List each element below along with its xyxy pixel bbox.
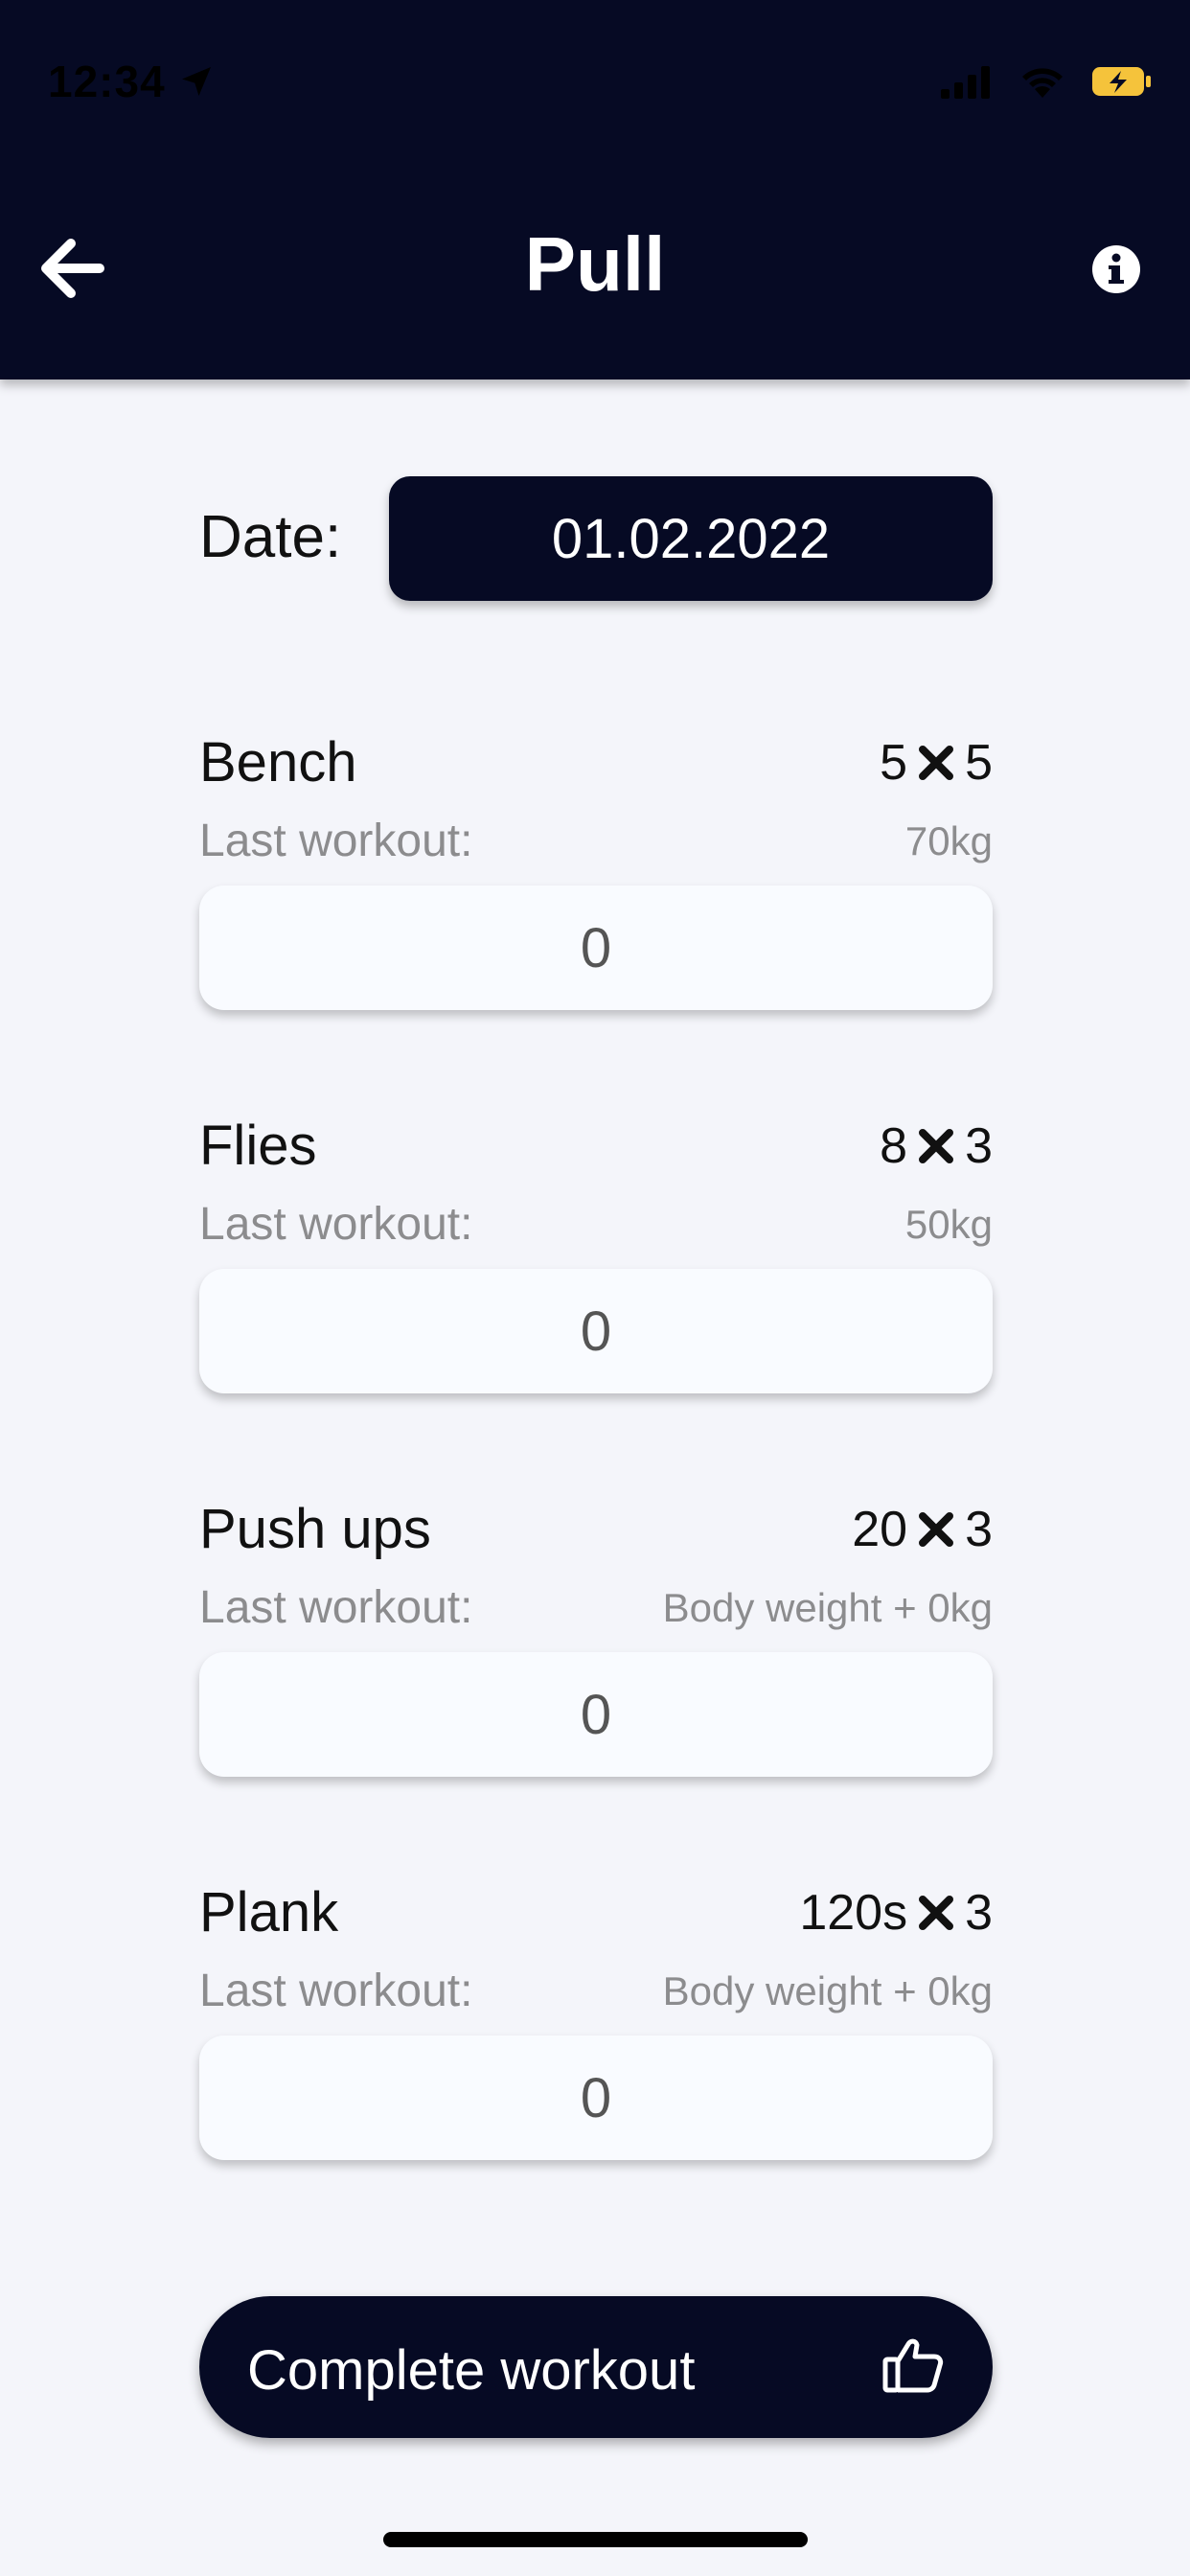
- last-workout-value: Body weight + 0kg: [662, 1585, 993, 1630]
- status-time-text: 12:34: [48, 57, 166, 106]
- exercise-sets: 3: [965, 1118, 993, 1174]
- info-icon: [1092, 245, 1140, 293]
- last-workout-label: Last workout:: [199, 1966, 473, 2016]
- home-indicator: [383, 2532, 808, 2547]
- info-button[interactable]: [1090, 243, 1142, 295]
- weight-input[interactable]: [199, 1269, 993, 1393]
- weight-input[interactable]: [199, 1652, 993, 1777]
- exercise-name: Plank: [199, 1881, 339, 1944]
- cellular-signal-icon: [941, 66, 990, 99]
- last-workout-value: 70kg: [904, 818, 993, 863]
- page-title: Pull: [524, 221, 666, 307]
- exercise-sets-reps: 20 3: [852, 1501, 993, 1558]
- last-workout-label: Last workout:: [199, 1582, 473, 1633]
- exercise-card-push-ups: Push ups 20 3 Last workout: Body weight …: [199, 1497, 993, 1784]
- weight-input[interactable]: [199, 886, 993, 1010]
- exercise-name: Push ups: [199, 1498, 431, 1560]
- complete-workout-label: Complete workout: [247, 2339, 696, 2402]
- exercise-sets-reps: 120s 3: [799, 1884, 993, 1942]
- exercise-reps: 120s: [799, 1885, 908, 1941]
- exercise-name: Bench: [199, 731, 357, 794]
- exercise-sets: 3: [965, 1885, 993, 1941]
- app-header: 12:34 Pull: [0, 0, 1190, 380]
- exercise-sets: 3: [965, 1502, 993, 1557]
- exercise-reps: 20: [852, 1502, 908, 1557]
- x-icon: [919, 746, 954, 780]
- last-workout-label: Last workout:: [199, 1199, 473, 1250]
- exercise-reps: 8: [880, 1118, 908, 1174]
- exercise-card-plank: Plank 120s 3 Last workout: Body weight +…: [199, 1880, 993, 2168]
- battery-charging-icon: [1092, 67, 1151, 96]
- x-icon: [919, 1512, 954, 1547]
- date-picker-button[interactable]: 01.02.2022: [389, 476, 993, 601]
- x-icon: [919, 1896, 954, 1930]
- date-label: Date:: [199, 504, 342, 570]
- exercise-sets: 5: [965, 735, 993, 791]
- weight-input[interactable]: [199, 2036, 993, 2160]
- x-icon: [919, 1129, 954, 1163]
- exercise-card-bench: Bench 5 5 Last workout: 70kg: [199, 730, 993, 1018]
- last-workout-value: Body weight + 0kg: [662, 1968, 993, 2013]
- location-arrow-icon: [181, 67, 211, 96]
- status-bar-time: 12:34: [48, 56, 216, 107]
- exercise-reps: 5: [880, 735, 908, 791]
- wifi-icon: [1022, 68, 1063, 98]
- complete-workout-button[interactable]: Complete workout: [199, 2296, 993, 2438]
- exercise-sets-reps: 8 3: [880, 1117, 993, 1175]
- thumbs-up-icon: [882, 2338, 944, 2393]
- date-row: Date: 01.02.2022: [199, 476, 993, 601]
- exercise-card-flies: Flies 8 3 Last workout: 50kg: [199, 1114, 993, 1401]
- last-workout-value: 50kg: [904, 1202, 993, 1247]
- status-bar-indicators: [941, 63, 1152, 100]
- exercise-sets-reps: 5 5: [880, 734, 993, 792]
- exercise-name: Flies: [199, 1115, 317, 1177]
- last-workout-label: Last workout:: [199, 816, 473, 866]
